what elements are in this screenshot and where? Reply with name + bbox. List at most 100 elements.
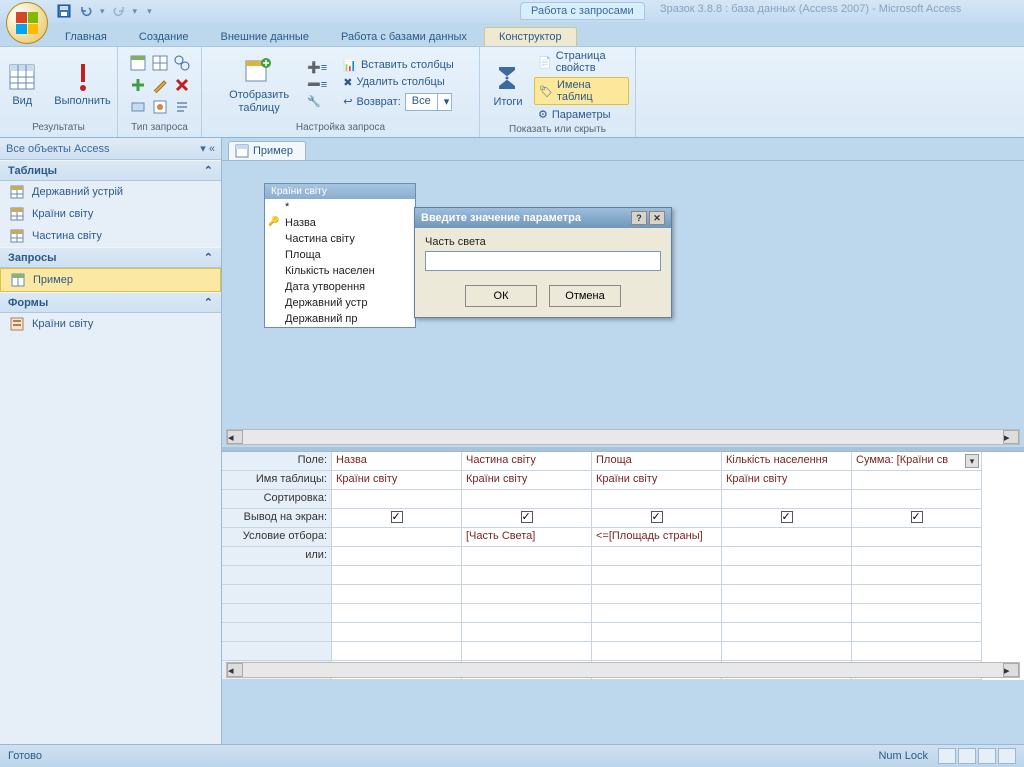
crosstab-query-icon[interactable] [150, 53, 170, 73]
tab-design[interactable]: Конструктор [484, 27, 577, 46]
grid-cell[interactable] [592, 604, 722, 623]
grid-cell[interactable] [592, 509, 722, 528]
grid-cell[interactable] [462, 604, 592, 623]
grid-cell[interactable] [332, 490, 462, 509]
grid-cell[interactable] [852, 509, 982, 528]
show-checkbox[interactable] [521, 511, 533, 523]
grid-cell[interactable] [462, 623, 592, 642]
table-names-button[interactable]: 🏷Имена таблиц [534, 77, 629, 105]
grid-cell[interactable]: Країни світу [592, 471, 722, 490]
grid-cell[interactable] [592, 490, 722, 509]
save-icon[interactable] [56, 3, 72, 19]
grid-cell[interactable] [722, 585, 852, 604]
grid-cell[interactable] [852, 623, 982, 642]
chevron-down-icon[interactable]: ▾ « [200, 142, 215, 155]
grid-cell[interactable]: [Часть Света] [462, 528, 592, 547]
chevron-down-icon[interactable]: ▾ [437, 94, 451, 110]
grid-cell[interactable]: Країни світу [722, 471, 852, 490]
grid-cell[interactable] [332, 528, 462, 547]
parameter-input[interactable] [425, 251, 661, 271]
tab-database-tools[interactable]: Работа с базами данных [326, 27, 482, 46]
grid-cell[interactable] [852, 490, 982, 509]
show-checkbox[interactable] [911, 511, 923, 523]
nav-item-form[interactable]: Країни світу [0, 313, 221, 335]
make-table-query-icon[interactable] [172, 53, 192, 73]
update-query-icon[interactable] [150, 75, 170, 95]
tab-home[interactable]: Главная [50, 27, 122, 46]
qat-customize-icon[interactable]: ▾ [147, 6, 152, 17]
insert-columns-button[interactable]: 📊Вставить столбцы [339, 58, 458, 73]
append-query-icon[interactable] [128, 75, 148, 95]
parameters-button[interactable]: ⚙Параметры [534, 107, 629, 122]
grid-cell[interactable] [332, 547, 462, 566]
dialog-titlebar[interactable]: Введите значение параметра ? ✕ [415, 208, 671, 228]
grid-cell[interactable] [462, 547, 592, 566]
totals-button[interactable]: Итоги [486, 60, 530, 110]
run-button[interactable]: Выполнить [48, 59, 116, 109]
undo-icon[interactable] [78, 3, 94, 19]
cancel-button[interactable]: Отмена [549, 285, 621, 307]
nav-group-tables[interactable]: Таблицы⌃ [0, 160, 221, 181]
grid-cell[interactable] [722, 642, 852, 661]
datasheet-view-icon[interactable] [938, 748, 956, 764]
table-field[interactable]: Частина світу [265, 231, 415, 247]
select-query-icon[interactable] [128, 53, 148, 73]
nav-item-table[interactable]: Частина світу [0, 225, 221, 247]
builder-button[interactable]: 🔧 [303, 94, 331, 109]
grid-cell[interactable] [462, 642, 592, 661]
grid-cell[interactable] [592, 547, 722, 566]
grid-cell[interactable]: Площа [592, 452, 722, 471]
property-sheet-button[interactable]: 📄Страница свойств [534, 49, 629, 75]
grid-cell[interactable] [722, 490, 852, 509]
grid-cell[interactable] [722, 566, 852, 585]
grid-cell[interactable] [722, 509, 852, 528]
grid-cell[interactable] [852, 566, 982, 585]
collapse-icon[interactable]: ⌃ [204, 164, 213, 177]
table-field[interactable]: Державний пр [265, 311, 415, 327]
table-window[interactable]: Країни світу *НазваЧастина світуПлощаКіл… [264, 183, 416, 328]
table-field[interactable]: Назва [265, 215, 415, 231]
datadef-query-icon[interactable] [172, 97, 192, 117]
chart-view-icon[interactable] [978, 748, 996, 764]
grid-cell[interactable] [332, 604, 462, 623]
scroll-right-icon[interactable]: ▸ [1003, 430, 1019, 444]
grid-cell[interactable] [592, 585, 722, 604]
show-table-button[interactable]: Отобразить таблицу [223, 53, 295, 115]
scroll-left-icon[interactable]: ◂ [227, 430, 243, 444]
grid-cell[interactable] [592, 623, 722, 642]
nav-item-table[interactable]: Країни світу [0, 203, 221, 225]
union-query-icon[interactable] [128, 97, 148, 117]
table-pane[interactable]: Країни світу *НазваЧастина світуПлощаКіл… [222, 161, 1024, 451]
help-icon[interactable]: ? [631, 211, 647, 225]
pivot-view-icon[interactable] [958, 748, 976, 764]
insert-rows-button[interactable]: ➕≡ [303, 60, 331, 75]
passthrough-query-icon[interactable] [150, 97, 170, 117]
undo-dropdown-icon[interactable]: ▾ [100, 6, 105, 17]
grid-cell[interactable]: Кількість населення [722, 452, 852, 471]
dropdown-icon[interactable]: ▾ [965, 454, 979, 468]
grid-cell[interactable] [462, 509, 592, 528]
grid-cell[interactable] [852, 528, 982, 547]
collapse-icon[interactable]: ⌃ [204, 251, 213, 264]
grid-cell[interactable]: <=[Площадь страны] [592, 528, 722, 547]
tab-external-data[interactable]: Внешние данные [206, 27, 324, 46]
close-icon[interactable]: ✕ [649, 211, 665, 225]
grid-cell[interactable] [722, 604, 852, 623]
grid-cell[interactable] [852, 471, 982, 490]
table-field[interactable]: Дата утворення [265, 279, 415, 295]
office-button[interactable] [6, 2, 48, 44]
grid-cell[interactable] [852, 642, 982, 661]
grid-cell[interactable]: Частина світу [462, 452, 592, 471]
grid-cell[interactable] [852, 585, 982, 604]
grid-cell[interactable] [722, 547, 852, 566]
scroll-right-icon[interactable]: ▸ [1003, 663, 1019, 677]
grid-cell[interactable] [852, 547, 982, 566]
nav-header[interactable]: Все объекты Access ▾ « [0, 138, 221, 160]
document-tab[interactable]: Пример [228, 141, 306, 160]
delete-query-icon[interactable] [172, 75, 192, 95]
show-checkbox[interactable] [651, 511, 663, 523]
table-field[interactable]: Площа [265, 247, 415, 263]
grid-cell[interactable] [722, 528, 852, 547]
table-field[interactable]: Кількість населен [265, 263, 415, 279]
grid-cell[interactable]: Країни світу [462, 471, 592, 490]
